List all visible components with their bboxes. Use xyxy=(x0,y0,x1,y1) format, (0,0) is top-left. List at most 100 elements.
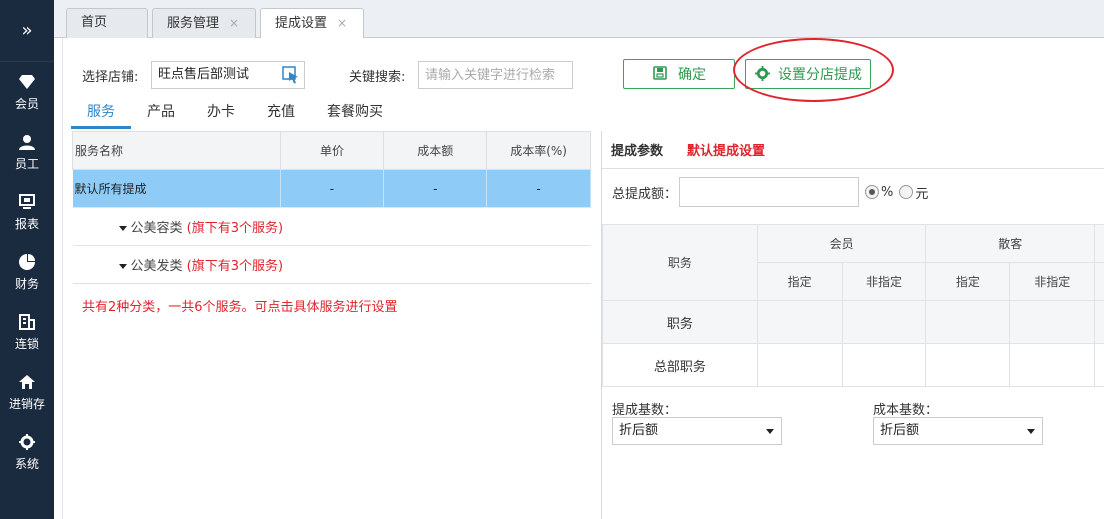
tab-service-management[interactable]: 服务管理 × xyxy=(152,8,256,38)
cell xyxy=(1009,343,1096,387)
nav-item-finance[interactable]: 财务 xyxy=(0,242,54,302)
column-overflow xyxy=(1094,262,1104,301)
cell-cost: - xyxy=(383,169,488,208)
monitor-icon xyxy=(17,192,37,212)
tab-label: 首页 xyxy=(81,15,108,30)
nav-item-label: 员工 xyxy=(14,157,39,171)
table-row-category[interactable]: 公美发类 (旗下有3个服务) xyxy=(72,245,591,284)
cell xyxy=(756,343,843,387)
pie-chart-icon xyxy=(17,252,37,272)
chevron-down-icon xyxy=(766,429,774,434)
left-nav: » 会员 员工 报表 财务 连锁 进销存 系统 xyxy=(0,0,54,519)
column-group-member: 会员 xyxy=(756,224,927,263)
gear-icon xyxy=(17,432,37,452)
commission-base-select[interactable]: 折后额 xyxy=(612,417,782,445)
nav-item-label: 财务 xyxy=(14,277,39,291)
nav-item-label: 进销存 xyxy=(8,397,45,411)
subtab-card[interactable]: 办卡 xyxy=(191,99,251,129)
expand-triangle-icon[interactable] xyxy=(118,226,127,231)
subtab-recharge[interactable]: 充值 xyxy=(251,99,311,129)
column-designated: 指定 xyxy=(925,262,1011,301)
pointer-icon[interactable] xyxy=(282,66,300,84)
total-label: 总提成额： xyxy=(612,186,678,202)
cell xyxy=(841,300,927,344)
tab-commission-settings[interactable]: 提成设置 × xyxy=(260,8,364,39)
category-count: (旗下有3个服务) xyxy=(186,259,284,274)
tab-strip: 首页 服务管理 × 提成设置 × xyxy=(54,0,1104,39)
diamond-icon xyxy=(17,72,37,92)
nav-item-members[interactable]: 会员 xyxy=(0,62,54,122)
chevron-down-icon xyxy=(1027,429,1035,434)
params-subtitle: 默认提成设置 xyxy=(687,144,766,159)
commission-base-value: 折后额 xyxy=(619,423,659,438)
nav-expand-icon[interactable]: » xyxy=(0,0,54,62)
nav-item-staff[interactable]: 员工 xyxy=(0,122,54,182)
column-header: 成本率(%) xyxy=(486,131,591,170)
cell xyxy=(841,343,927,387)
position-commission-table: 职务 会员 散客 指定 非指定 指定 非指定 职务 总部职务 xyxy=(602,224,1104,387)
percent-label: % xyxy=(881,184,894,200)
column-non-designated: 非指定 xyxy=(841,262,927,301)
cell xyxy=(756,300,843,344)
summary-note: 共有2种分类，一共6个服务。可点击具体服务进行设置 xyxy=(82,300,398,315)
params-header: 提成参数 默认提成设置 xyxy=(602,131,1104,169)
home-icon xyxy=(17,372,37,392)
save-icon xyxy=(652,66,668,82)
store-label: 选择店铺: xyxy=(82,70,139,85)
set-branch-commission-button[interactable]: 设置分店提成 xyxy=(745,59,871,89)
cost-base-value: 折后额 xyxy=(880,423,920,438)
service-table: 服务名称 单价 成本额 成本率(%) 默认所有提成 - - - 公美容类 (旗下… xyxy=(72,131,591,284)
table-header-row: 服务名称 单价 成本额 成本率(%) xyxy=(72,131,591,170)
cell-price: - xyxy=(280,169,385,208)
close-icon[interactable]: × xyxy=(337,16,347,30)
subtab-service[interactable]: 服务 xyxy=(71,99,131,129)
keyword-label: 关键搜索: xyxy=(349,70,406,85)
column-header-position: 职务 xyxy=(602,224,758,301)
nav-item-label: 系统 xyxy=(14,457,39,471)
total-commission-row: 总提成额： % 元 xyxy=(612,177,928,207)
tab-home[interactable]: 首页 xyxy=(66,8,148,38)
branch-button-label: 设置分店提成 xyxy=(778,67,862,83)
category-subtabs: 服务 产品 办卡 充值 套餐购买 xyxy=(71,99,399,129)
nav-item-system[interactable]: 系统 xyxy=(0,422,54,482)
nav-item-label: 报表 xyxy=(14,217,39,231)
table-row: 总部职务 xyxy=(602,343,1104,387)
commission-params-panel: 提成参数 默认提成设置 总提成额： % 元 职务 会员 散客 指定 非指定 指定… xyxy=(601,131,1104,519)
keyword-search-input[interactable] xyxy=(418,61,573,89)
subtab-product[interactable]: 产品 xyxy=(131,99,191,129)
main-content: 选择店铺: 旺点售后部测试 关键搜索: 确定 设置分店提成 服务 产品 办卡 充… xyxy=(62,38,1104,519)
user-icon xyxy=(17,132,37,152)
nav-item-chain[interactable]: 连锁 xyxy=(0,302,54,362)
category-name: 公美容类 xyxy=(130,221,183,236)
confirm-button[interactable]: 确定 xyxy=(623,59,735,89)
column-non-designated: 非指定 xyxy=(1009,262,1096,301)
cost-base-label: 成本基数： xyxy=(873,403,939,418)
table-row-default[interactable]: 默认所有提成 - - - xyxy=(72,169,591,208)
column-header: 成本额 xyxy=(383,131,488,170)
cell-rate: - xyxy=(486,169,591,208)
confirm-button-label: 确定 xyxy=(678,67,706,83)
params-title: 提成参数 xyxy=(611,144,664,159)
cell xyxy=(1009,300,1096,344)
percent-radio[interactable] xyxy=(865,185,880,199)
table-row-category[interactable]: 公美容类 (旗下有3个服务) xyxy=(72,207,591,246)
store-select[interactable]: 旺点售后部测试 xyxy=(151,61,305,89)
expand-triangle-icon[interactable] xyxy=(118,264,127,269)
row-label-position: 职务 xyxy=(602,300,758,344)
nav-item-inventory[interactable]: 进销存 xyxy=(0,362,54,422)
total-commission-input[interactable] xyxy=(679,177,860,207)
building-icon xyxy=(17,312,37,332)
cell xyxy=(1094,343,1104,387)
column-overflow xyxy=(1094,224,1104,263)
table-row: 职务 xyxy=(602,300,1104,344)
category-name: 公美发类 xyxy=(130,259,183,274)
store-value: 旺点售后部测试 xyxy=(158,67,250,82)
subtab-package[interactable]: 套餐购买 xyxy=(311,99,399,129)
close-icon[interactable]: × xyxy=(229,16,239,30)
cell xyxy=(925,300,1011,344)
nav-item-reports[interactable]: 报表 xyxy=(0,182,54,242)
yuan-radio[interactable] xyxy=(899,185,914,199)
gear-icon xyxy=(754,66,770,82)
cost-base-select[interactable]: 折后额 xyxy=(873,417,1043,445)
cell-name: 默认所有提成 xyxy=(72,169,281,208)
